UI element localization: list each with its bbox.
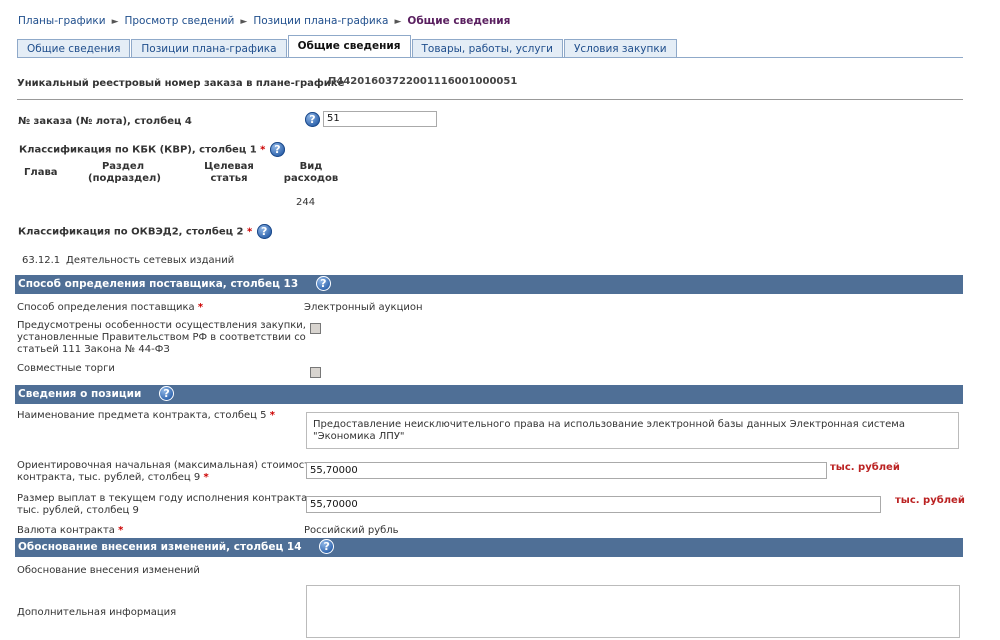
payments-input[interactable]: 55,70000	[306, 496, 881, 513]
registry-number-value: П44201603722001116001000051	[328, 76, 518, 87]
kbk-column-target: Целевая статья	[204, 161, 254, 184]
okved-label-text: Классификация по ОКВЭД2, столбец 2	[18, 226, 244, 238]
help-icon[interactable]: ?	[256, 224, 272, 239]
tab-general-info[interactable]: Общие сведения	[287, 35, 411, 57]
payments-label: Размер выплат в текущем году исполнения …	[17, 493, 311, 516]
breadcrumb-link-plans[interactable]: Планы-графики	[18, 15, 106, 27]
special-features-label: Предусмотрены особенности осуществления …	[17, 320, 306, 355]
help-icon[interactable]: ?	[269, 142, 285, 157]
tab-goods-works-services[interactable]: Товары, работы, услуги	[411, 39, 563, 57]
nmck-label: Ориентировочная начальная (максимальная)…	[17, 460, 316, 484]
joint-tenders-label: Совместные торги	[17, 363, 115, 374]
kbk-column-type: Вид расходов	[283, 161, 339, 184]
section-header-supplier: Способ определения поставщика, столбец 1…	[15, 275, 963, 294]
section-title: Сведения о позиции	[18, 388, 142, 400]
section-header-changes: Обоснование внесения изменений, столбец …	[15, 538, 963, 557]
breadcrumb-link-positions[interactable]: Позиции плана-графика	[253, 15, 388, 27]
section-header-position: Сведения о позиции ?	[15, 385, 963, 404]
supplier-method-label-text: Способ определения поставщика	[17, 302, 195, 313]
kbk-column-chapter: Глава	[24, 167, 58, 178]
breadcrumb-separator: ►	[394, 17, 402, 27]
breadcrumb-separator: ►	[240, 17, 248, 27]
joint-tenders-checkbox[interactable]	[310, 367, 321, 378]
contract-subject-textarea[interactable]: Предоставление неисключительного права н…	[306, 412, 959, 449]
kbk-column-section: Раздел (подраздел)	[88, 161, 161, 184]
order-number-label: № заказа (№ лота), столбец 4	[18, 116, 192, 127]
additional-info-label: Дополнительная информация	[17, 607, 177, 618]
section-title: Способ определения поставщика, столбец 1…	[18, 278, 299, 290]
additional-info-textarea[interactable]	[306, 585, 960, 638]
breadcrumb-separator: ►	[111, 17, 119, 27]
currency-label: Валюта контракта *	[17, 525, 123, 537]
tab-bar: Общие сведения Позиции плана-графика Общ…	[17, 35, 678, 57]
currency-label-text: Валюта контракта	[17, 525, 115, 536]
help-icon[interactable]: ?	[159, 385, 175, 401]
required-marker: *	[197, 302, 204, 313]
contract-subject-label: Наименование предмета контракта, столбец…	[17, 410, 275, 422]
okved-label: Классификация по ОКВЭД2, столбец 2 * ?	[18, 224, 272, 239]
payments-unit: тыс. рублей	[895, 495, 965, 506]
contract-subject-label-text: Наименование предмета контракта, столбец…	[17, 410, 267, 421]
breadcrumb-link-view[interactable]: Просмотр сведений	[125, 15, 235, 27]
tab-plan-positions[interactable]: Позиции плана-графика	[131, 39, 287, 57]
breadcrumb: Планы-графики ► Просмотр сведений ► Позиции …	[18, 15, 510, 27]
help-icon[interactable]: ?	[305, 112, 320, 127]
breadcrumb-current: Общие сведения	[407, 15, 511, 27]
nmck-unit: тыс. рублей	[830, 462, 900, 473]
help-icon[interactable]: ?	[315, 275, 331, 291]
nmck-label-text: Ориентировочная начальная (максимальная)…	[17, 460, 316, 483]
required-marker: *	[118, 525, 124, 536]
currency-value: Российский рубль	[304, 525, 399, 536]
required-marker: *	[260, 144, 266, 156]
registry-number-label: Уникальный реестровый номер заказа в пла…	[17, 78, 345, 89]
supplier-method-value: Электронный аукцион	[304, 302, 423, 313]
required-marker: *	[269, 410, 275, 421]
kbk-label-text: Классификация по КБК (КВР), столбец 1	[19, 144, 257, 156]
tab-purchase-conditions[interactable]: Условия закупки	[563, 39, 677, 57]
nmck-input[interactable]: 55,70000	[306, 462, 827, 479]
special-features-checkbox[interactable]	[310, 323, 321, 334]
change-reason-label: Обоснование внесения изменений	[17, 565, 200, 576]
kbk-label: Классификация по КБК (КВР), столбец 1 * …	[19, 142, 285, 157]
help-icon[interactable]: ?	[319, 538, 335, 554]
order-number-input[interactable]: 51	[323, 111, 437, 127]
okved-code: 63.12.1	[22, 255, 61, 266]
okved-name: Деятельность сетевых изданий	[66, 255, 235, 266]
tab-divider	[17, 57, 963, 58]
kbk-type-value: 244	[296, 197, 316, 208]
tab-general-plan[interactable]: Общие сведения	[17, 39, 131, 57]
required-marker: *	[203, 472, 209, 483]
required-marker: *	[246, 226, 253, 238]
divider	[17, 99, 963, 100]
section-title: Обоснование внесения изменений, столбец …	[18, 541, 302, 553]
supplier-method-label: Способ определения поставщика *	[17, 302, 203, 314]
